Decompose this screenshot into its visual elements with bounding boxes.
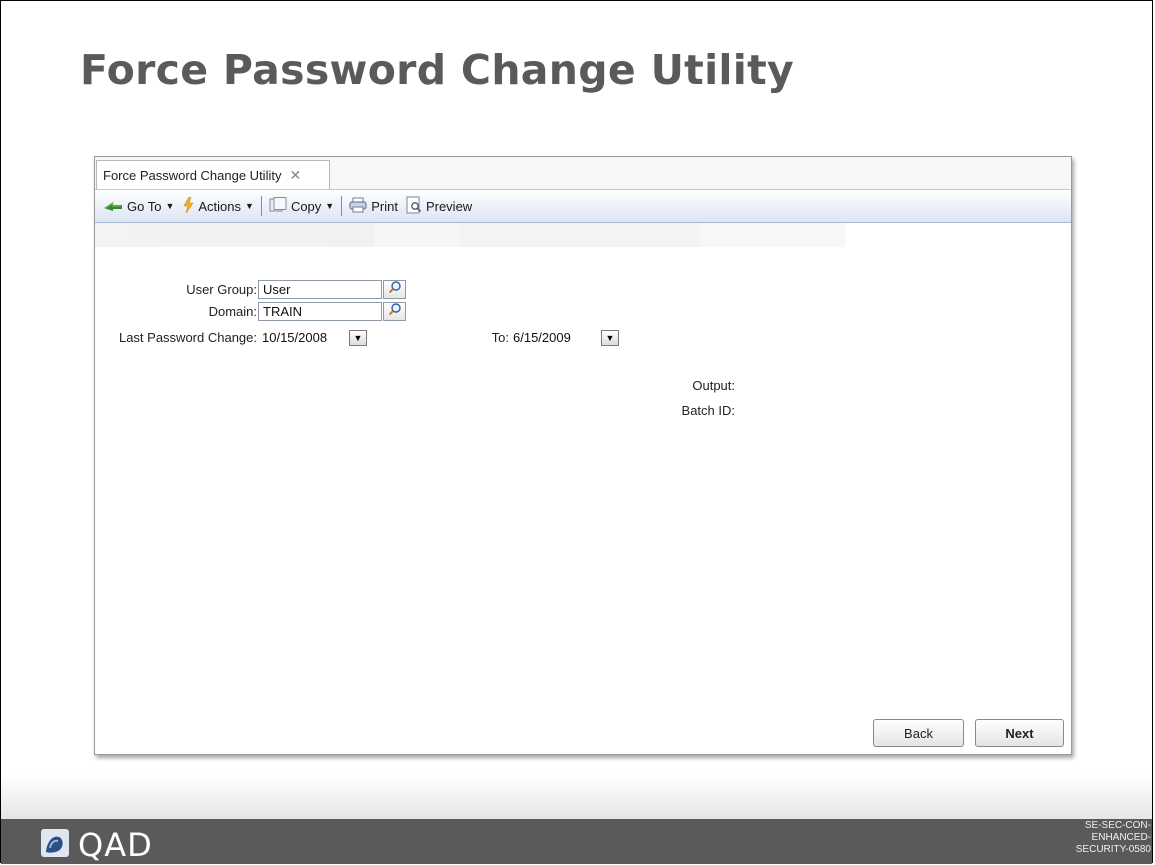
preview-icon — [406, 196, 422, 217]
tab-label: Force Password Change Utility — [103, 167, 282, 183]
print-button[interactable]: Print — [345, 194, 402, 218]
document-code: SE-SEC-CON-ENHANCED-SECURITY-0580 — [1075, 820, 1151, 855]
footer-bar — [1, 819, 1152, 864]
user-group-input[interactable]: User — [258, 280, 382, 299]
chevron-down-icon: ▼ — [165, 201, 175, 211]
next-button[interactable]: Next — [975, 719, 1064, 747]
user-group-lookup-button[interactable] — [383, 280, 406, 299]
goto-button[interactable]: Go To ▼ — [99, 194, 178, 218]
copy-label: Copy — [290, 198, 322, 214]
tab-force-password-change[interactable]: Force Password Change Utility ✕ — [96, 160, 330, 189]
actions-label: Actions — [198, 198, 242, 214]
printer-icon — [349, 197, 367, 216]
chevron-down-icon: ▼ — [245, 201, 254, 211]
qad-logo: QAD — [40, 826, 153, 864]
back-button[interactable]: Back — [873, 719, 964, 747]
footer-shade — [1, 775, 1152, 819]
qad-logo-icon — [40, 828, 70, 863]
calendar-dropdown-button[interactable]: ▼ — [349, 330, 367, 346]
magnifier-icon — [388, 302, 402, 321]
goto-arrow-icon — [103, 199, 123, 214]
last-password-change-to-input[interactable]: 6/15/2009 — [509, 328, 609, 347]
chevron-down-icon: ▼ — [325, 201, 335, 211]
toolbar-separator — [341, 196, 343, 216]
preview-button[interactable]: Preview — [402, 194, 476, 218]
chevron-down-icon: ▼ — [605, 333, 615, 343]
tab-bar: Force Password Change Utility ✕ — [95, 157, 1071, 190]
batch-id-label: Batch ID: — [681, 403, 735, 418]
calendar-dropdown-button[interactable]: ▼ — [601, 330, 619, 346]
print-label: Print — [371, 198, 398, 214]
toolbar-separator — [260, 196, 262, 216]
to-label: To: — [491, 330, 509, 345]
slide-title: Force Password Change Utility — [80, 46, 795, 94]
magnifier-icon — [388, 280, 402, 299]
qad-logo-text: QAD — [78, 826, 153, 864]
copy-button[interactable]: Copy ▼ — [265, 194, 338, 218]
close-icon[interactable]: ✕ — [289, 167, 301, 184]
copy-icon — [269, 196, 287, 216]
output-label: Output: — [692, 378, 735, 393]
last-password-change-label: Last Password Change: — [118, 330, 257, 345]
lightning-icon — [182, 196, 194, 216]
chevron-down-icon: ▼ — [353, 333, 363, 343]
goto-label: Go To — [127, 198, 162, 214]
domain-input[interactable]: TRAIN — [258, 302, 382, 321]
app-window: Force Password Change Utility ✕ Go To ▼ … — [94, 156, 1072, 755]
actions-button[interactable]: Actions ▼ — [178, 194, 258, 218]
header-band — [95, 223, 1071, 247]
domain-lookup-button[interactable] — [383, 302, 406, 321]
toolbar: Go To ▼ Actions ▼ Copy ▼ Print Preview — [95, 190, 1071, 223]
preview-label: Preview — [425, 198, 473, 214]
user-group-label: User Group: — [186, 282, 257, 297]
domain-label: Domain: — [208, 304, 257, 319]
